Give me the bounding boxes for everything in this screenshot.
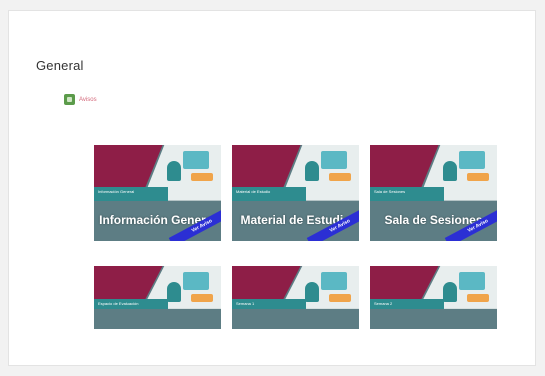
tile-band-text: Semana 2 (374, 300, 393, 306)
tile-band-text: Sala de Sesiones (374, 189, 406, 195)
tile-band-text: Información General (98, 189, 135, 195)
avisos-label: Avisos (79, 96, 97, 103)
avisos-link[interactable]: Avisos (64, 94, 97, 105)
tile-sala-de-sesiones[interactable]: Sala de Sesiones Sala de Sesiones Ver Av… (370, 145, 497, 241)
tile-espacio-de-evaluacion[interactable]: Espacio de Evaluación (94, 266, 221, 329)
tile-semana-2[interactable]: Semana 2 (370, 266, 497, 329)
tile-informacion-general[interactable]: Información General Información General … (94, 145, 221, 241)
tile-band-text: Espacio de Evaluación (98, 300, 139, 306)
tile-band-text: Material de Estudio (236, 189, 271, 195)
tile-semana-1[interactable]: Semana 1 (232, 266, 359, 329)
tile-material-de-estudio[interactable]: Material de Estudio Material de Estudio … (232, 145, 359, 241)
tile-band-text: Semana 1 (236, 300, 255, 306)
forum-icon (64, 94, 75, 105)
section-title: General (36, 58, 84, 73)
